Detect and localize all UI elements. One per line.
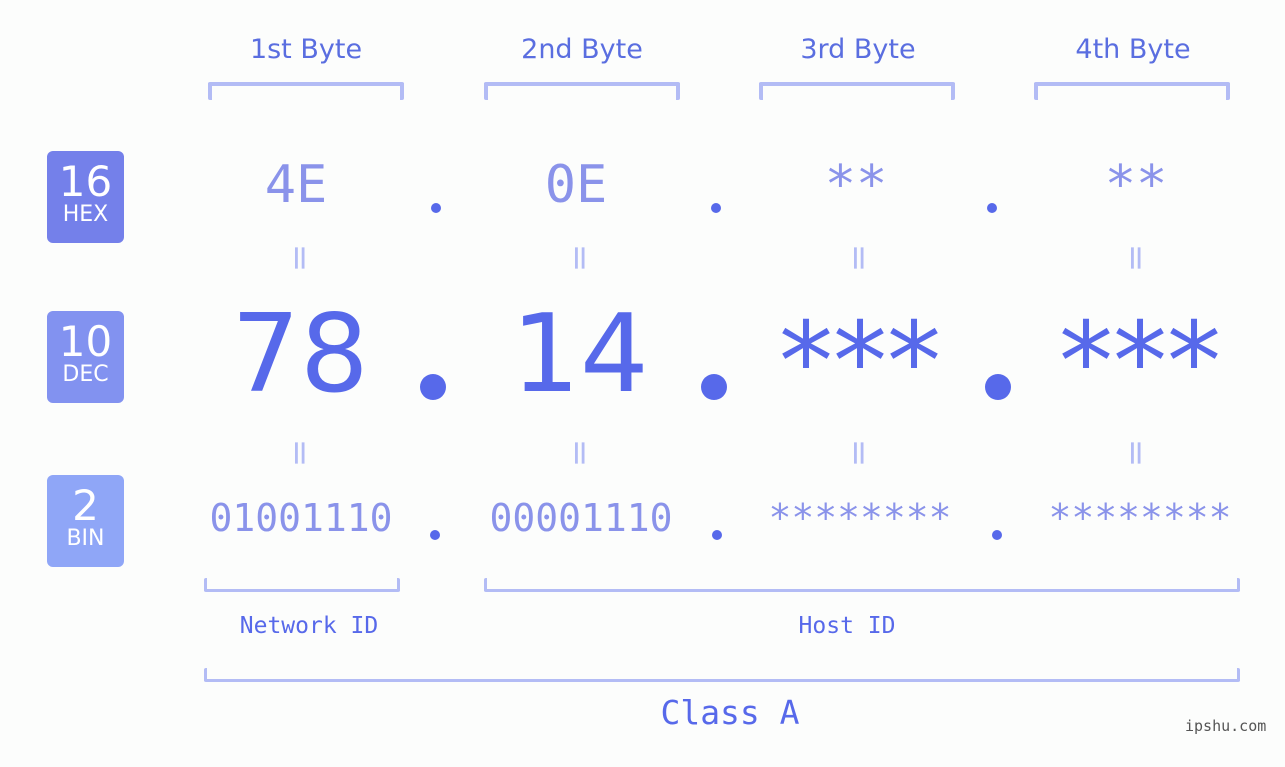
hex-dot-3	[987, 203, 997, 213]
bin-octet-2: 00001110	[489, 496, 673, 540]
host-id-bracket	[484, 578, 1240, 592]
equals-sign: =	[560, 438, 600, 468]
equals-sign: =	[839, 438, 879, 468]
equals-sign: =	[1116, 243, 1156, 273]
byte-bracket-4	[1034, 82, 1230, 100]
bin-octet-1: 01001110	[209, 496, 393, 540]
dec-dot-2	[701, 374, 727, 400]
bin-octet-4: ********	[1048, 496, 1232, 540]
byte-bracket-1	[208, 82, 404, 100]
byte-bracket-3	[759, 82, 955, 100]
dec-badge: 10 DEC	[47, 311, 124, 403]
watermark: ipshu.com	[1185, 717, 1267, 735]
bin-dot-1	[430, 530, 440, 540]
hex-dot-1	[431, 203, 441, 213]
hex-badge-label: HEX	[62, 202, 109, 227]
class-bracket	[204, 668, 1240, 682]
equals-sign: =	[280, 243, 320, 273]
equals-sign: =	[1116, 438, 1156, 468]
hex-badge-number: 16	[58, 157, 113, 206]
byte-header-4: 4th Byte	[1075, 34, 1191, 65]
hex-octet-4: **	[1104, 155, 1168, 215]
dec-dot-1	[420, 374, 446, 400]
hex-octet-1: 4E	[264, 155, 328, 215]
network-id-bracket	[204, 578, 400, 592]
dec-octet-4: ***	[1059, 300, 1221, 425]
dec-badge-label: DEC	[62, 362, 109, 387]
dec-octet-3: ***	[779, 300, 941, 425]
byte-header-1: 1st Byte	[249, 34, 363, 65]
hex-octet-2: 0E	[544, 155, 608, 215]
bin-badge-number: 2	[72, 481, 99, 530]
equals-sign: =	[560, 243, 600, 273]
byte-header-2: 2nd Byte	[521, 34, 643, 65]
hex-badge: 16 HEX	[47, 151, 124, 243]
bin-dot-3	[992, 530, 1002, 540]
byte-header-3: 3rd Byte	[800, 34, 916, 65]
bin-octet-3: ********	[768, 496, 952, 540]
bin-dot-2	[712, 530, 722, 540]
hex-dot-2	[711, 203, 721, 213]
dec-badge-number: 10	[58, 317, 113, 366]
dec-octet-1: 78	[231, 292, 369, 417]
equals-sign: =	[839, 243, 879, 273]
bin-badge-label: BIN	[66, 526, 105, 551]
host-id-label: Host ID	[798, 613, 896, 639]
class-label: Class A	[660, 693, 800, 732]
hex-octet-3: **	[824, 155, 888, 215]
network-id-label: Network ID	[239, 613, 379, 639]
byte-bracket-2	[484, 82, 680, 100]
bin-badge: 2 BIN	[47, 475, 124, 567]
equals-sign: =	[280, 438, 320, 468]
dec-octet-2: 14	[511, 292, 649, 417]
dec-dot-3	[985, 374, 1011, 400]
